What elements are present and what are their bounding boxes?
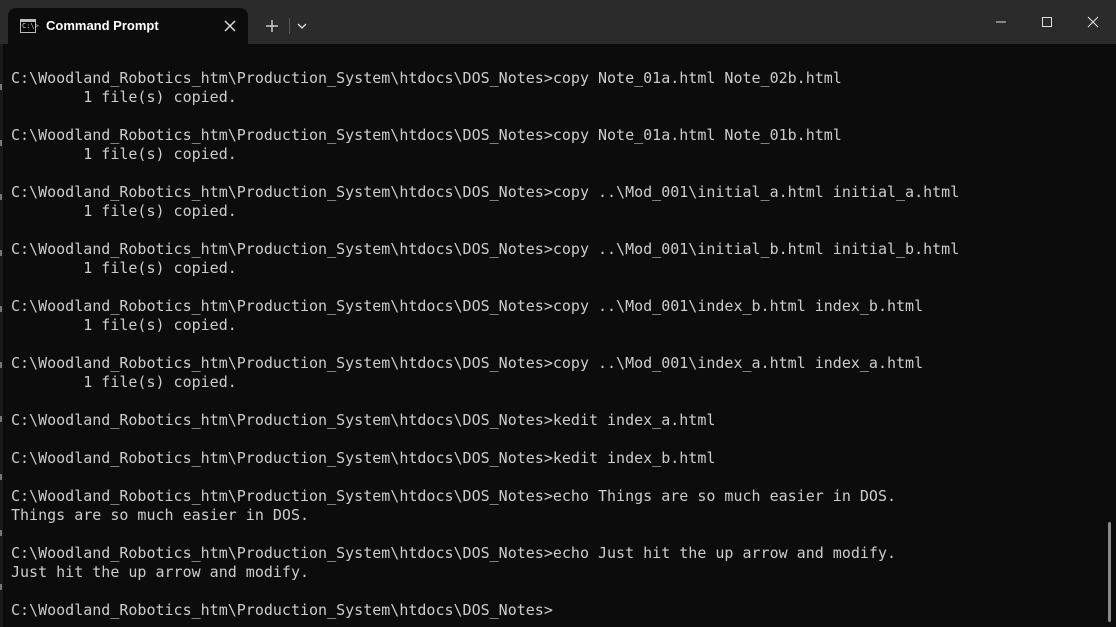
terminal-line: C:\Woodland_Robotics_htm\Production_Syst… xyxy=(11,601,553,619)
title-bar[interactable]: C:\> Command Prompt xyxy=(0,0,1116,44)
maximize-button[interactable] xyxy=(1025,6,1069,38)
terminal-output[interactable]: C:\Woodland_Robotics_htm\Production_Syst… xyxy=(11,69,1101,620)
command-prompt-window: C:\> Command Prompt C:\Woodland_Robotics… xyxy=(0,0,1116,627)
terminal-line: C:\Woodland_Robotics_htm\Production_Syst… xyxy=(11,297,924,315)
terminal-line: C:\Woodland_Robotics_htm\Production_Syst… xyxy=(11,69,842,87)
scrollbar-thumb[interactable] xyxy=(1108,522,1111,622)
terminal-line: 1 file(s) copied. xyxy=(11,373,237,391)
chevron-down-icon xyxy=(297,23,307,29)
window-close-button[interactable] xyxy=(1071,6,1115,38)
plus-icon xyxy=(266,20,278,32)
terminal-line: C:\Woodland_Robotics_htm\Production_Syst… xyxy=(11,183,960,201)
close-icon xyxy=(224,20,236,32)
terminal-line: C:\Woodland_Robotics_htm\Production_Syst… xyxy=(11,487,897,505)
window-left-edge xyxy=(0,44,3,627)
terminal-line: C:\Woodland_Robotics_htm\Production_Syst… xyxy=(11,544,897,562)
minimize-button[interactable] xyxy=(979,6,1023,38)
terminal-line: C:\Woodland_Robotics_htm\Production_Syst… xyxy=(11,240,960,258)
terminal-line: 1 file(s) copied. xyxy=(11,259,237,277)
tab-divider xyxy=(289,18,290,34)
tab-dropdown-button[interactable] xyxy=(292,14,312,38)
terminal-line: 1 file(s) copied. xyxy=(11,145,237,163)
cmd-icon: C:\> xyxy=(20,19,39,33)
terminal-line: 1 file(s) copied. xyxy=(11,316,237,334)
terminal-line: 1 file(s) copied. xyxy=(11,88,237,106)
new-tab-button[interactable] xyxy=(260,14,284,38)
terminal-line: Just hit the up arrow and modify. xyxy=(11,563,310,581)
terminal-line: C:\Woodland_Robotics_htm\Production_Syst… xyxy=(11,449,716,467)
close-icon xyxy=(1087,16,1099,28)
terminal-line: C:\Woodland_Robotics_htm\Production_Syst… xyxy=(11,354,924,372)
terminal-line: 1 file(s) copied. xyxy=(11,202,237,220)
tab-command-prompt[interactable]: C:\> Command Prompt xyxy=(8,8,248,44)
terminal-line: C:\Woodland_Robotics_htm\Production_Syst… xyxy=(11,411,716,429)
tab-title: Command Prompt xyxy=(46,18,159,33)
minimize-icon xyxy=(996,21,1006,23)
terminal-line: Things are so much easier in DOS. xyxy=(11,506,310,524)
terminal-line: C:\Woodland_Robotics_htm\Production_Syst… xyxy=(11,126,842,144)
cmd-icon-glyph: C:\> xyxy=(22,22,39,30)
tab-close-button[interactable] xyxy=(220,16,240,36)
maximize-icon xyxy=(1042,17,1052,27)
